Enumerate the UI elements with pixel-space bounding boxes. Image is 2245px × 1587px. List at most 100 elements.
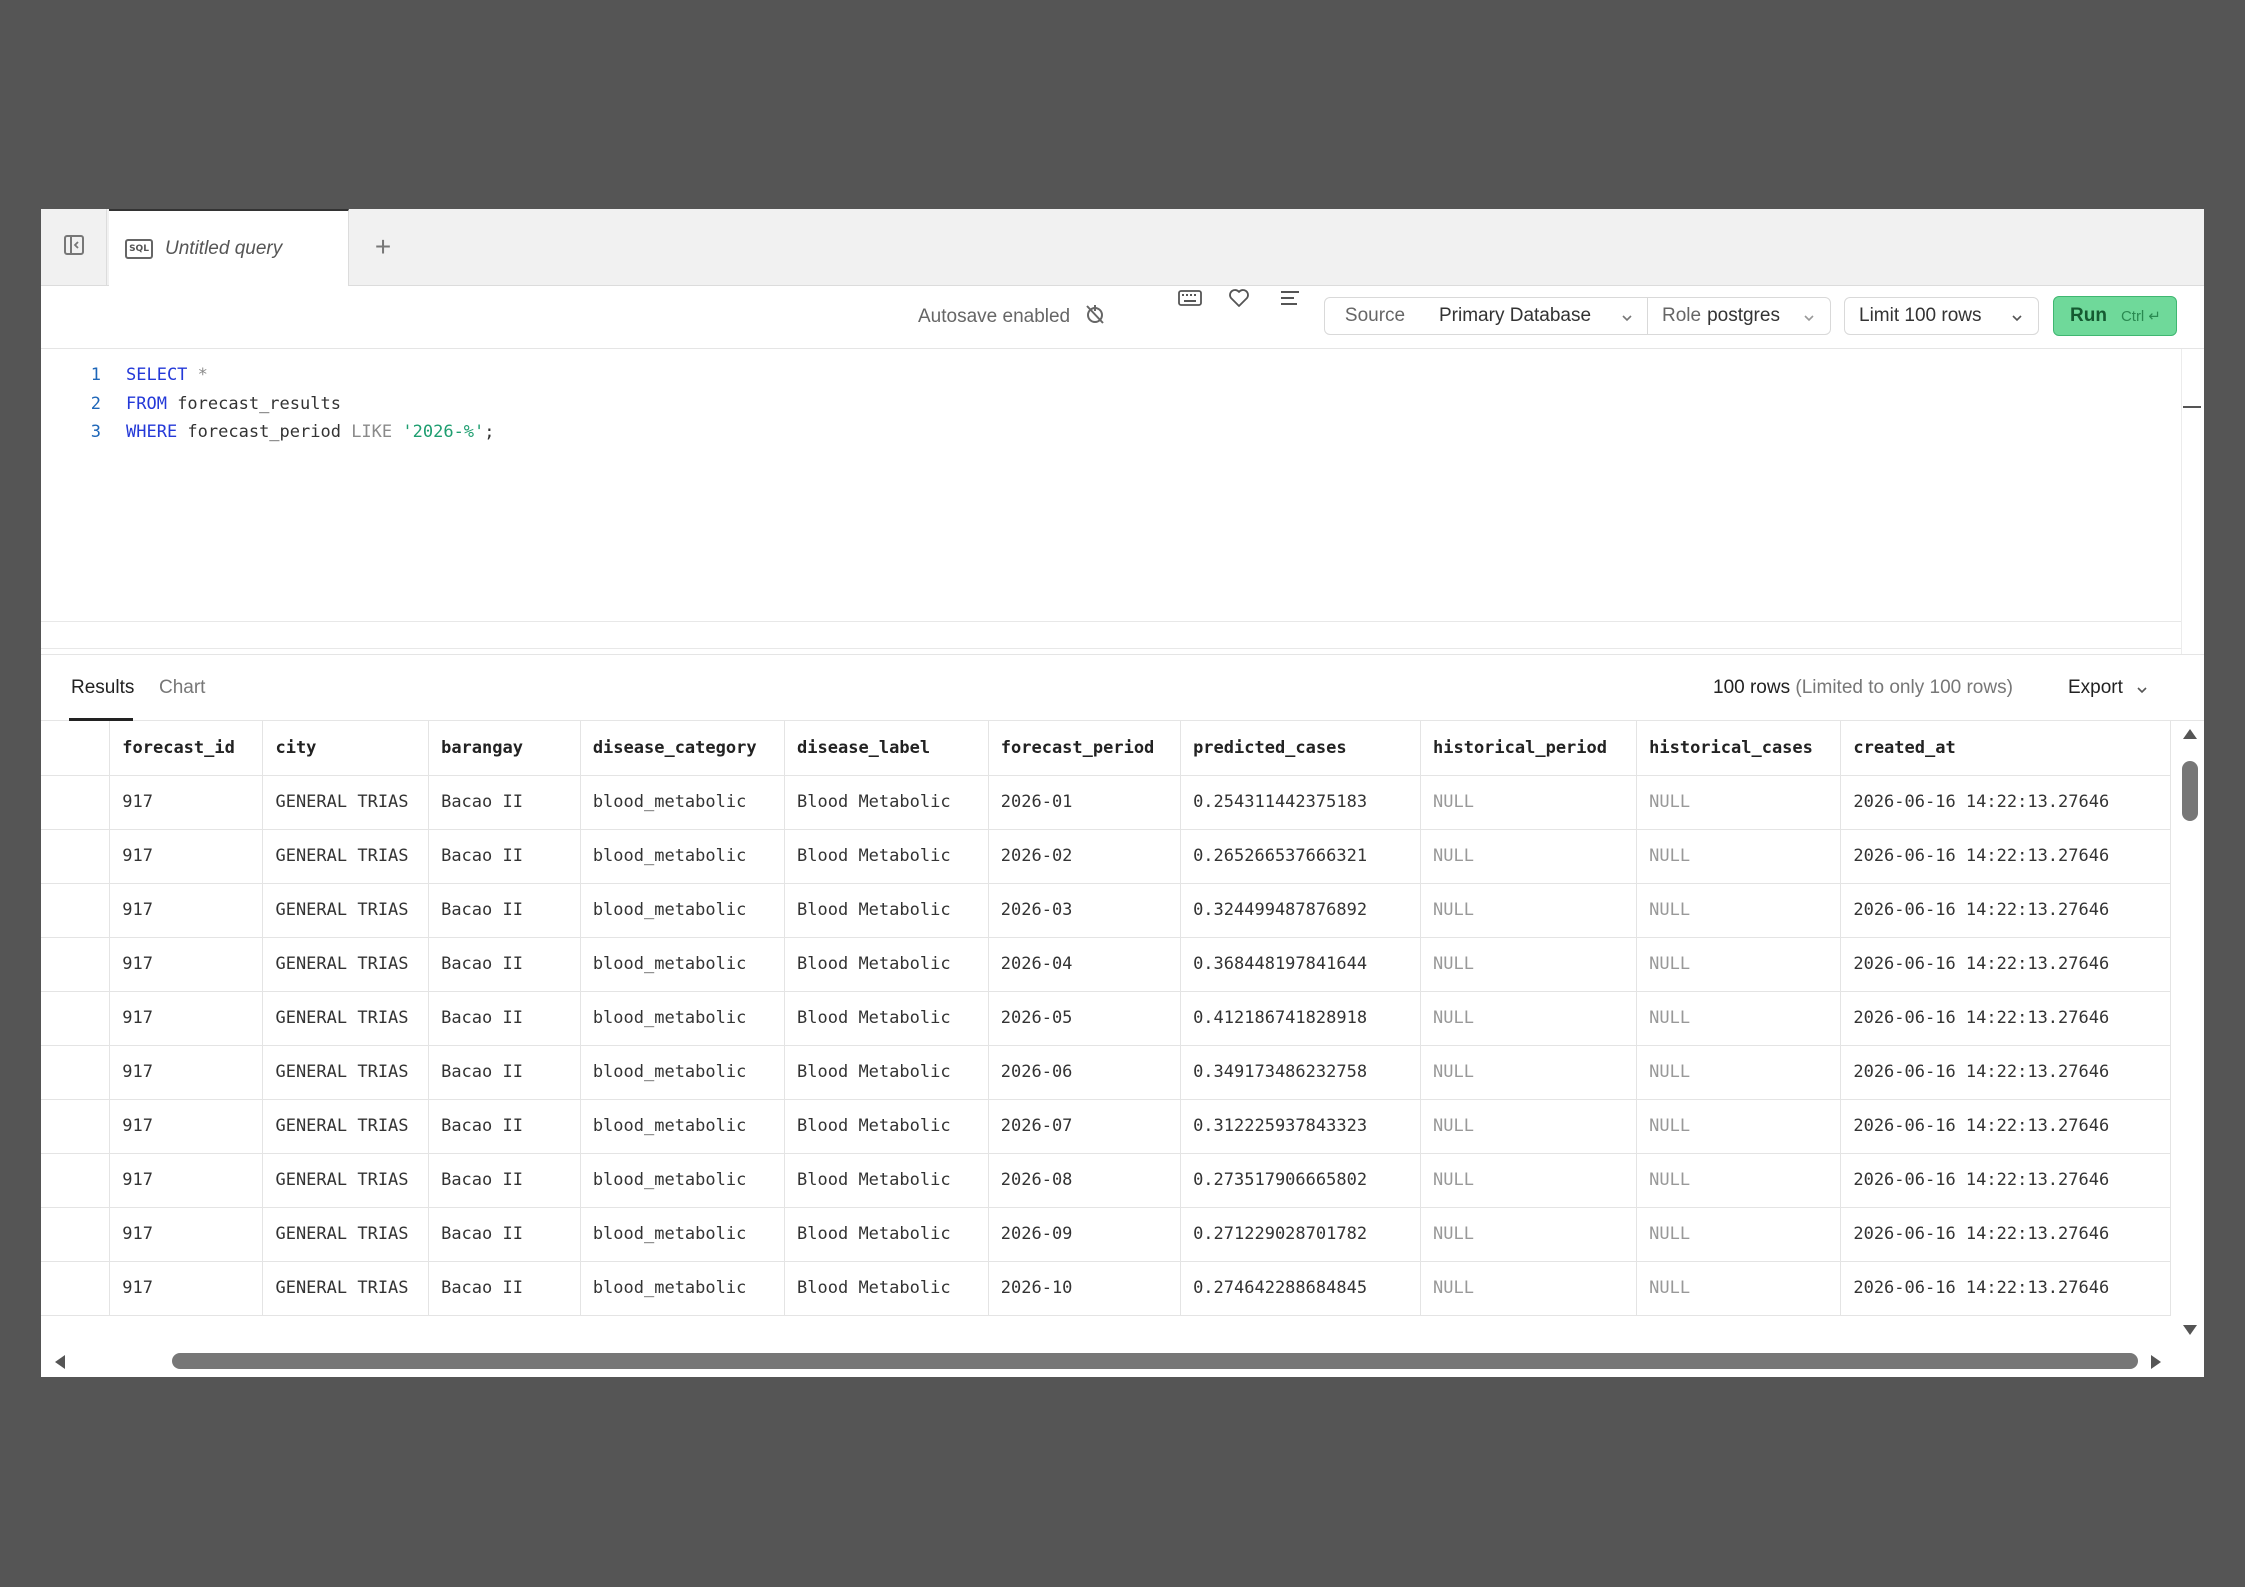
editor-overview-ruler[interactable] bbox=[2181, 349, 2204, 654]
cell-forecast-id[interactable]: 917 bbox=[109, 1099, 264, 1154]
table-row[interactable]: 917 GENERAL TRIAS Bacao II blood_metabolic B… bbox=[41, 991, 2171, 1046]
horizontal-scroll-thumb[interactable] bbox=[172, 1353, 2138, 1369]
row-selector[interactable] bbox=[41, 1153, 111, 1208]
cell-forecast-period[interactable]: 2026-04 bbox=[988, 937, 1182, 992]
table-row[interactable]: 917 GENERAL TRIAS Bacao II blood_metabolic B… bbox=[41, 1045, 2171, 1100]
cell-historical-period[interactable]: NULL bbox=[1420, 991, 1638, 1046]
cell-disease-label[interactable]: Blood Metabolic bbox=[784, 775, 989, 830]
scroll-down-arrow-icon[interactable] bbox=[2183, 1325, 2197, 1335]
cell-forecast-id[interactable]: 917 bbox=[109, 1153, 264, 1208]
cell-forecast-id[interactable]: 917 bbox=[109, 1207, 264, 1262]
cell-forecast-period[interactable]: 2026-02 bbox=[988, 829, 1182, 884]
cell-forecast-period[interactable]: 2026-06 bbox=[988, 1045, 1182, 1100]
cell-city[interactable]: GENERAL TRIAS bbox=[262, 991, 430, 1046]
row-selector[interactable] bbox=[41, 1207, 111, 1262]
cell-historical-cases[interactable]: NULL bbox=[1636, 1045, 1842, 1100]
cell-forecast-period[interactable]: 2026-03 bbox=[988, 883, 1182, 938]
cell-historical-period[interactable]: NULL bbox=[1420, 883, 1638, 938]
cell-disease-category[interactable]: blood_metabolic bbox=[580, 1099, 786, 1154]
cell-disease-category[interactable]: blood_metabolic bbox=[580, 991, 786, 1046]
cell-city[interactable]: GENERAL TRIAS bbox=[262, 1261, 430, 1316]
cell-historical-period[interactable]: NULL bbox=[1420, 775, 1638, 830]
cell-predicted-cases[interactable]: 0.274642288684845 bbox=[1180, 1261, 1421, 1316]
autosave-off-icon[interactable] bbox=[1084, 303, 1106, 331]
cell-historical-period[interactable]: NULL bbox=[1420, 1207, 1638, 1262]
cell-disease-label[interactable]: Blood Metabolic bbox=[784, 1099, 989, 1154]
cell-barangay[interactable]: Bacao II bbox=[428, 1153, 581, 1208]
new-tab-button[interactable]: + bbox=[363, 227, 403, 267]
cell-disease-category[interactable]: blood_metabolic bbox=[580, 883, 786, 938]
cell-disease-category[interactable]: blood_metabolic bbox=[580, 1261, 786, 1316]
cell-historical-cases[interactable]: NULL bbox=[1636, 1153, 1842, 1208]
row-selector[interactable] bbox=[41, 883, 111, 938]
tab-results[interactable]: Results bbox=[69, 655, 134, 721]
scroll-left-arrow-icon[interactable] bbox=[55, 1355, 65, 1369]
cell-predicted-cases[interactable]: 0.312225937843323 bbox=[1180, 1099, 1421, 1154]
cell-created-at[interactable]: 2026-06-16 14:22:13.27646 bbox=[1840, 883, 2171, 938]
column-header-created-at[interactable]: created_at bbox=[1840, 721, 2171, 776]
cell-forecast-id[interactable]: 917 bbox=[109, 1261, 264, 1316]
export-button[interactable]: Export bbox=[2068, 655, 2149, 721]
limit-rows-select[interactable]: Limit 100 rows bbox=[1844, 297, 2039, 335]
tab-chart[interactable]: Chart bbox=[159, 655, 205, 721]
cell-city[interactable]: GENERAL TRIAS bbox=[262, 829, 430, 884]
cell-barangay[interactable]: Bacao II bbox=[428, 1045, 581, 1100]
column-header-predicted-cases[interactable]: predicted_cases bbox=[1180, 721, 1421, 776]
cell-barangay[interactable]: Bacao II bbox=[428, 1261, 581, 1316]
tab-untitled-query[interactable]: SQL Untitled query bbox=[109, 209, 349, 286]
cell-historical-cases[interactable]: NULL bbox=[1636, 1207, 1842, 1262]
cell-disease-category[interactable]: blood_metabolic bbox=[580, 775, 786, 830]
cell-historical-cases[interactable]: NULL bbox=[1636, 1261, 1842, 1316]
cell-disease-category[interactable]: blood_metabolic bbox=[580, 829, 786, 884]
keyboard-shortcuts-button[interactable] bbox=[1176, 286, 1204, 314]
database-select[interactable]: Primary Database bbox=[1425, 297, 1648, 335]
row-selector[interactable] bbox=[41, 991, 111, 1046]
cell-forecast-id[interactable]: 917 bbox=[109, 775, 264, 830]
cell-historical-cases[interactable]: NULL bbox=[1636, 829, 1842, 884]
cell-barangay[interactable]: Bacao II bbox=[428, 883, 581, 938]
cell-historical-period[interactable]: NULL bbox=[1420, 937, 1638, 992]
sidebar-toggle-button[interactable] bbox=[41, 209, 107, 285]
cell-forecast-period[interactable]: 2026-10 bbox=[988, 1261, 1182, 1316]
cell-created-at[interactable]: 2026-06-16 14:22:13.27646 bbox=[1840, 1153, 2171, 1208]
column-header-city[interactable]: city bbox=[262, 721, 430, 776]
cell-disease-category[interactable]: blood_metabolic bbox=[580, 1207, 786, 1262]
results-grid[interactable]: forecast_id city barangay disease_category d… bbox=[41, 721, 2171, 1346]
cell-forecast-period[interactable]: 2026-05 bbox=[988, 991, 1182, 1046]
cell-predicted-cases[interactable]: 0.324499487876892 bbox=[1180, 883, 1421, 938]
cell-historical-period[interactable]: NULL bbox=[1420, 1153, 1638, 1208]
column-header-historical-period[interactable]: historical_period bbox=[1420, 721, 1638, 776]
cell-forecast-period[interactable]: 2026-08 bbox=[988, 1153, 1182, 1208]
cell-forecast-period[interactable]: 2026-01 bbox=[988, 775, 1182, 830]
cell-barangay[interactable]: Bacao II bbox=[428, 1207, 581, 1262]
cell-historical-cases[interactable]: NULL bbox=[1636, 937, 1842, 992]
cell-forecast-period[interactable]: 2026-07 bbox=[988, 1099, 1182, 1154]
cell-created-at[interactable]: 2026-06-16 14:22:13.27646 bbox=[1840, 1207, 2171, 1262]
column-header-forecast-id[interactable]: forecast_id bbox=[109, 721, 264, 776]
cell-forecast-id[interactable]: 917 bbox=[109, 883, 264, 938]
column-header-disease-category[interactable]: disease_category bbox=[580, 721, 786, 776]
cell-disease-label[interactable]: Blood Metabolic bbox=[784, 991, 989, 1046]
cell-city[interactable]: GENERAL TRIAS bbox=[262, 937, 430, 992]
row-selector[interactable] bbox=[41, 1045, 111, 1100]
cell-created-at[interactable]: 2026-06-16 14:22:13.27646 bbox=[1840, 991, 2171, 1046]
cell-created-at[interactable]: 2026-06-16 14:22:13.27646 bbox=[1840, 937, 2171, 992]
cell-historical-cases[interactable]: NULL bbox=[1636, 775, 1842, 830]
cell-predicted-cases[interactable]: 0.265266537666321 bbox=[1180, 829, 1421, 884]
cell-historical-cases[interactable]: NULL bbox=[1636, 1099, 1842, 1154]
cell-barangay[interactable]: Bacao II bbox=[428, 991, 581, 1046]
cell-city[interactable]: GENERAL TRIAS bbox=[262, 1207, 430, 1262]
cell-barangay[interactable]: Bacao II bbox=[428, 829, 581, 884]
horizontal-scrollbar[interactable] bbox=[41, 1346, 2204, 1377]
cell-disease-label[interactable]: Blood Metabolic bbox=[784, 829, 989, 884]
cell-created-at[interactable]: 2026-06-16 14:22:13.27646 bbox=[1840, 1099, 2171, 1154]
cell-disease-label[interactable]: Blood Metabolic bbox=[784, 1153, 989, 1208]
cell-predicted-cases[interactable]: 0.271229028701782 bbox=[1180, 1207, 1421, 1262]
row-selector[interactable] bbox=[41, 1261, 111, 1316]
cell-predicted-cases[interactable]: 0.368448197841644 bbox=[1180, 937, 1421, 992]
cell-city[interactable]: GENERAL TRIAS bbox=[262, 1099, 430, 1154]
table-row[interactable]: 917 GENERAL TRIAS Bacao II blood_metabolic B… bbox=[41, 775, 2171, 830]
cell-disease-label[interactable]: Blood Metabolic bbox=[784, 937, 989, 992]
column-header-barangay[interactable]: barangay bbox=[428, 721, 581, 776]
cell-created-at[interactable]: 2026-06-16 14:22:13.27646 bbox=[1840, 1261, 2171, 1316]
